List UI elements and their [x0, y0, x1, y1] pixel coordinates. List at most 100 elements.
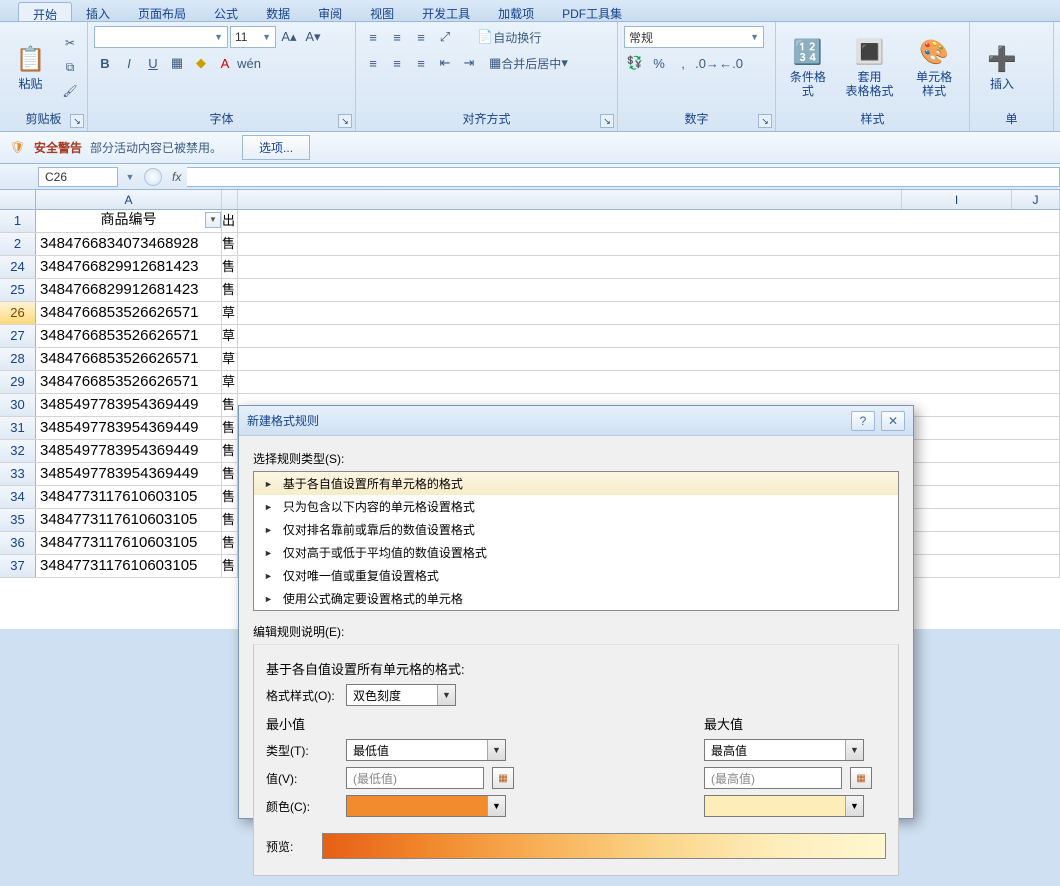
tab-addins[interactable]: 加载项 [484, 2, 548, 21]
cell[interactable]: 3484766829912681423 [36, 279, 222, 301]
font-dialog-launcher[interactable]: ↘ [338, 114, 352, 128]
cell[interactable] [238, 256, 1060, 278]
worksheet[interactable]: A I J 1商品编号▼出23484766834073468928售243484… [0, 190, 1060, 629]
cell[interactable]: 售 [222, 417, 238, 439]
conditional-format-button[interactable]: 🔢条件格式 [782, 26, 834, 108]
merge-center-button[interactable]: ▦ 合并后居中 ▾ [482, 52, 575, 74]
tab-dev[interactable]: 开发工具 [408, 2, 484, 21]
table-row[interactable]: 23484766834073468928售 [0, 233, 1060, 256]
cell[interactable]: 3484773117610603105 [36, 555, 222, 577]
table-row[interactable]: 253484766829912681423售 [0, 279, 1060, 302]
cell[interactable]: 商品编号▼ [36, 210, 222, 232]
grow-font-button[interactable]: A▴ [278, 26, 300, 48]
align-left-button[interactable]: ≡ [362, 52, 384, 74]
italic-button[interactable]: I [118, 52, 140, 74]
dialog-close-button[interactable]: ✕ [881, 411, 905, 431]
rule-type-item[interactable]: ►仅对排名靠前或靠后的数值设置格式 [254, 518, 898, 541]
cell[interactable]: 售 [222, 394, 238, 416]
cell[interactable]: 3485497783954369449 [36, 394, 222, 416]
row-header[interactable]: 31 [0, 417, 36, 439]
rule-type-list[interactable]: ►基于各自值设置所有单元格的格式►只为包含以下内容的单元格设置格式►仅对排名靠前… [253, 471, 899, 611]
cell[interactable]: 售 [222, 486, 238, 508]
cell[interactable]: 售 [222, 463, 238, 485]
align-center-button[interactable]: ≡ [386, 52, 408, 74]
paste-button[interactable]: 📋 粘贴 [6, 26, 55, 108]
font-color-button[interactable]: A [214, 52, 236, 74]
tab-insert[interactable]: 插入 [72, 2, 124, 21]
cell[interactable]: 草 [222, 371, 238, 393]
rule-type-item[interactable]: ►基于各自值设置所有单元格的格式 [254, 472, 898, 495]
col-header-A[interactable]: A [36, 190, 222, 209]
cell[interactable]: 3484766853526626571 [36, 302, 222, 324]
table-row[interactable]: 273484766853526626571草 [0, 325, 1060, 348]
cell[interactable]: 售 [222, 509, 238, 531]
tab-review[interactable]: 审阅 [304, 2, 356, 21]
row-header[interactable]: 37 [0, 555, 36, 577]
format-style-combo[interactable]: 双色刻度▼ [346, 684, 456, 706]
col-header-B[interactable] [222, 190, 238, 209]
tab-view[interactable]: 视图 [356, 2, 408, 21]
row-header[interactable]: 1 [0, 210, 36, 232]
inc-decimal-button[interactable]: .0→ [696, 52, 718, 74]
tab-pdf[interactable]: PDF工具集 [548, 2, 636, 21]
cell[interactable]: 售 [222, 532, 238, 554]
copy-button[interactable]: ⧉ [59, 56, 81, 78]
name-box-dropdown[interactable]: ▼ [120, 167, 140, 187]
table-row[interactable]: 293484766853526626571草 [0, 371, 1060, 394]
format-as-table-button[interactable]: 🔳套用 表格格式 [838, 26, 902, 108]
table-row[interactable]: 1商品编号▼出 [0, 210, 1060, 233]
max-ref-button[interactable]: ▦ [850, 767, 872, 789]
cell-styles-button[interactable]: 🎨单元格 样式 [905, 26, 963, 108]
table-row[interactable]: 283484766853526626571草 [0, 348, 1060, 371]
tab-layout[interactable]: 页面布局 [124, 2, 200, 21]
cell[interactable]: 3485497783954369449 [36, 463, 222, 485]
font-name-combo[interactable]: ▼ [94, 26, 228, 48]
clipboard-dialog-launcher[interactable]: ↘ [70, 114, 84, 128]
min-ref-button[interactable]: ▦ [492, 767, 514, 789]
rule-type-item[interactable]: ►使用公式确定要设置格式的单元格 [254, 587, 898, 610]
shrink-font-button[interactable]: A▾ [302, 26, 324, 48]
indent-inc-button[interactable]: ⇥ [458, 52, 480, 74]
cell[interactable]: 草 [222, 302, 238, 324]
row-header[interactable]: 29 [0, 371, 36, 393]
cut-button[interactable]: ✂ [59, 32, 81, 54]
cell[interactable]: 售 [222, 233, 238, 255]
phonetic-button[interactable]: wén [238, 52, 260, 74]
cell[interactable]: 3484773117610603105 [36, 532, 222, 554]
align-middle-button[interactable]: ≡ [386, 26, 408, 48]
row-header[interactable]: 33 [0, 463, 36, 485]
max-value-input[interactable]: (最高值) [704, 767, 842, 789]
orientation-button[interactable]: ⤢ [434, 26, 456, 48]
row-header[interactable]: 27 [0, 325, 36, 347]
col-header-I[interactable]: I [902, 190, 1012, 209]
align-bottom-button[interactable]: ≡ [410, 26, 432, 48]
row-header[interactable]: 28 [0, 348, 36, 370]
row-header[interactable]: 32 [0, 440, 36, 462]
dialog-help-button[interactable]: ? [851, 411, 875, 431]
cell[interactable]: 3484766829912681423 [36, 256, 222, 278]
border-button[interactable]: ▦ [166, 52, 188, 74]
comma-button[interactable]: , [672, 52, 694, 74]
row-header[interactable]: 2 [0, 233, 36, 255]
font-size-combo[interactable]: 11▼ [230, 26, 276, 48]
row-header[interactable]: 26 [0, 302, 36, 324]
security-options-button[interactable]: 选项... [242, 135, 310, 160]
fx-icon[interactable]: fx [172, 170, 181, 184]
cell[interactable]: 3485497783954369449 [36, 440, 222, 462]
cell[interactable]: 3484766853526626571 [36, 371, 222, 393]
cell[interactable]: 出 [222, 210, 238, 232]
col-header-J[interactable]: J [1012, 190, 1060, 209]
align-right-button[interactable]: ≡ [410, 52, 432, 74]
number-format-combo[interactable]: 常规▼ [624, 26, 764, 48]
underline-button[interactable]: U [142, 52, 164, 74]
min-color-combo[interactable]: ▼ [346, 795, 506, 817]
cell[interactable]: 售 [222, 555, 238, 577]
formula-input[interactable] [187, 167, 1060, 187]
cell[interactable]: 3484766853526626571 [36, 348, 222, 370]
row-header[interactable]: 24 [0, 256, 36, 278]
tab-formulas[interactable]: 公式 [200, 2, 252, 21]
fill-color-button[interactable]: ◆ [190, 52, 212, 74]
currency-button[interactable]: 💱 [624, 52, 646, 74]
row-header[interactable]: 25 [0, 279, 36, 301]
row-header[interactable]: 34 [0, 486, 36, 508]
